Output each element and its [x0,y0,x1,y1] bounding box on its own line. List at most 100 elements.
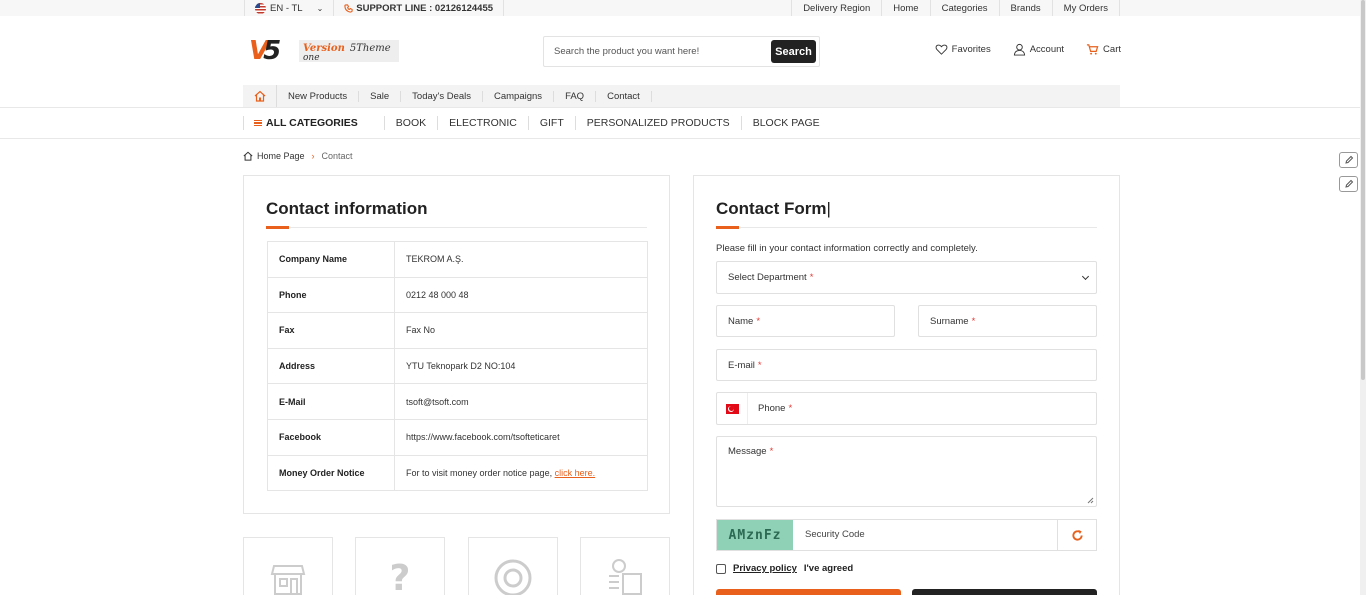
site-logo[interactable]: V5 Version 5Theme one [249,36,400,66]
delivery-region-link[interactable]: Delivery Region [791,0,881,16]
surname-field[interactable]: Surname * [918,305,1097,337]
menu-sale[interactable]: Sale [359,90,402,102]
home-icon [243,151,253,161]
surname-label: Surname [930,315,969,327]
cart-link[interactable]: Cart [1086,43,1121,56]
captcha-image: AMznFz [717,520,793,550]
support-box[interactable] [468,537,558,595]
category-book[interactable]: BOOK [383,116,437,130]
row-value: TEKROM A.Ş. [394,241,648,278]
privacy-checkbox[interactable] [716,563,726,574]
menu-home[interactable] [243,85,277,107]
phone-icon [344,3,353,13]
account-link[interactable]: Account [1013,43,1064,56]
row-key: E-Mail [267,383,395,420]
turkey-flag-icon [725,403,739,414]
divider [0,138,1366,139]
row-value: https://www.facebook.com/tsofteticaret [394,418,648,456]
edit-tool-button[interactable] [1339,152,1358,168]
faq-box[interactable]: ? [355,537,445,595]
title-underline [266,226,647,229]
logo-line1b: 5Theme [349,43,391,54]
all-categories-label: ALL CATEGORIES [266,117,358,129]
menu-new-products[interactable]: New Products [277,90,360,102]
privacy-row: Privacy policy I've agreed [716,563,853,574]
category-block-page[interactable]: BLOCK PAGE [740,116,831,130]
delivery-icon [609,559,642,595]
row-key: Fax [267,312,395,349]
table-row: Facebook https://www.facebook.com/tsoftet… [267,418,648,456]
heart-icon [935,44,948,55]
menu-contact[interactable]: Contact [596,90,652,102]
refresh-icon [1071,529,1083,541]
name-label: Name [728,315,754,327]
support-label: SUPPORT LINE : 02126124455 [356,2,494,14]
menu-todays-deals[interactable]: Today's Deals [401,90,483,102]
required-mark: * [788,403,793,414]
message-field[interactable]: Message * [716,436,1097,507]
my-orders-link[interactable]: My Orders [1051,0,1120,16]
row-value: tsoft@tsoft.com [394,383,648,420]
lifebuoy-icon [494,559,532,595]
scrollbar[interactable] [1360,0,1366,595]
store-icon [270,565,306,595]
security-code-input[interactable]: Security Code [805,529,865,540]
name-field[interactable]: Name * [716,305,895,337]
all-categories-button[interactable]: ALL CATEGORIES [243,116,368,130]
captcha-refresh-button[interactable] [1057,520,1096,550]
search-button[interactable]: Search [771,40,816,63]
menu-campaigns[interactable]: Campaigns [483,90,555,102]
contact-form-title-text: Contact Form [716,199,827,218]
table-row: E-Mail tsoft@tsoft.com [267,383,648,420]
support-line[interactable]: SUPPORT LINE : 02126124455 [333,0,505,16]
row-key: Money Order Notice [267,454,395,492]
delivery-box[interactable] [580,537,670,595]
cart-label: Cart [1103,44,1121,55]
brands-link[interactable]: Brands [998,0,1052,16]
resize-handle-icon[interactable] [1087,497,1094,504]
phone-field[interactable]: Phone * [716,392,1097,425]
contact-info-title: Contact information [266,199,428,218]
message-label: Message [728,446,767,457]
favorites-label: Favorites [951,44,991,55]
email-field[interactable]: E-mail * [716,349,1097,381]
scrollbar-thumb[interactable] [1361,0,1365,380]
language-selector[interactable]: EN - TL ⌄ [244,0,333,16]
chevron-down-icon: ⌄ [316,3,324,13]
send-button[interactable] [716,589,901,595]
breadcrumb-home[interactable]: Home Page [257,151,305,161]
search-input[interactable] [554,43,764,60]
money-order-link[interactable]: click here. [555,468,596,478]
breadcrumb: Home Page › Contact [243,151,353,161]
clear-button[interactable] [912,589,1097,595]
logo-line2: one [303,53,320,63]
privacy-policy-link[interactable]: Privacy policy [733,563,797,574]
department-select[interactable]: Select Department * [716,261,1097,294]
categories-link[interactable]: Categories [929,0,999,16]
menu-faq[interactable]: FAQ [554,90,597,102]
user-icon [1013,43,1025,56]
contact-form-title: Contact Form| [716,199,831,218]
table-row: Money Order Notice For to visit money ord… [267,454,648,492]
edit-tool-button-2[interactable] [1339,176,1358,192]
logo-text: Version 5Theme one [299,40,399,63]
department-label: Select Department [728,272,807,283]
favorites-link[interactable]: Favorites [935,43,991,56]
logo-mark: V5 [249,36,281,66]
cart-icon [1086,44,1099,55]
required-mark: * [809,272,814,283]
language-label: EN - TL [270,2,303,14]
required-mark: * [971,315,976,327]
category-personalized-products[interactable]: PERSONALIZED PRODUCTS [574,116,741,130]
category-electronic[interactable]: ELECTRONIC [437,116,528,130]
breadcrumb-current: Contact [321,151,353,161]
pencil-icon [1344,155,1353,164]
home-link[interactable]: Home [881,0,929,16]
captcha-row: AMznFz Security Code [716,519,1097,551]
store-box[interactable] [243,537,333,595]
svg-text:?: ? [390,558,411,595]
table-row: Company Name TEKROM A.Ş. [267,241,648,278]
category-gift[interactable]: GIFT [527,116,575,130]
country-code-selector[interactable] [717,393,748,424]
account-label: Account [1029,44,1065,55]
